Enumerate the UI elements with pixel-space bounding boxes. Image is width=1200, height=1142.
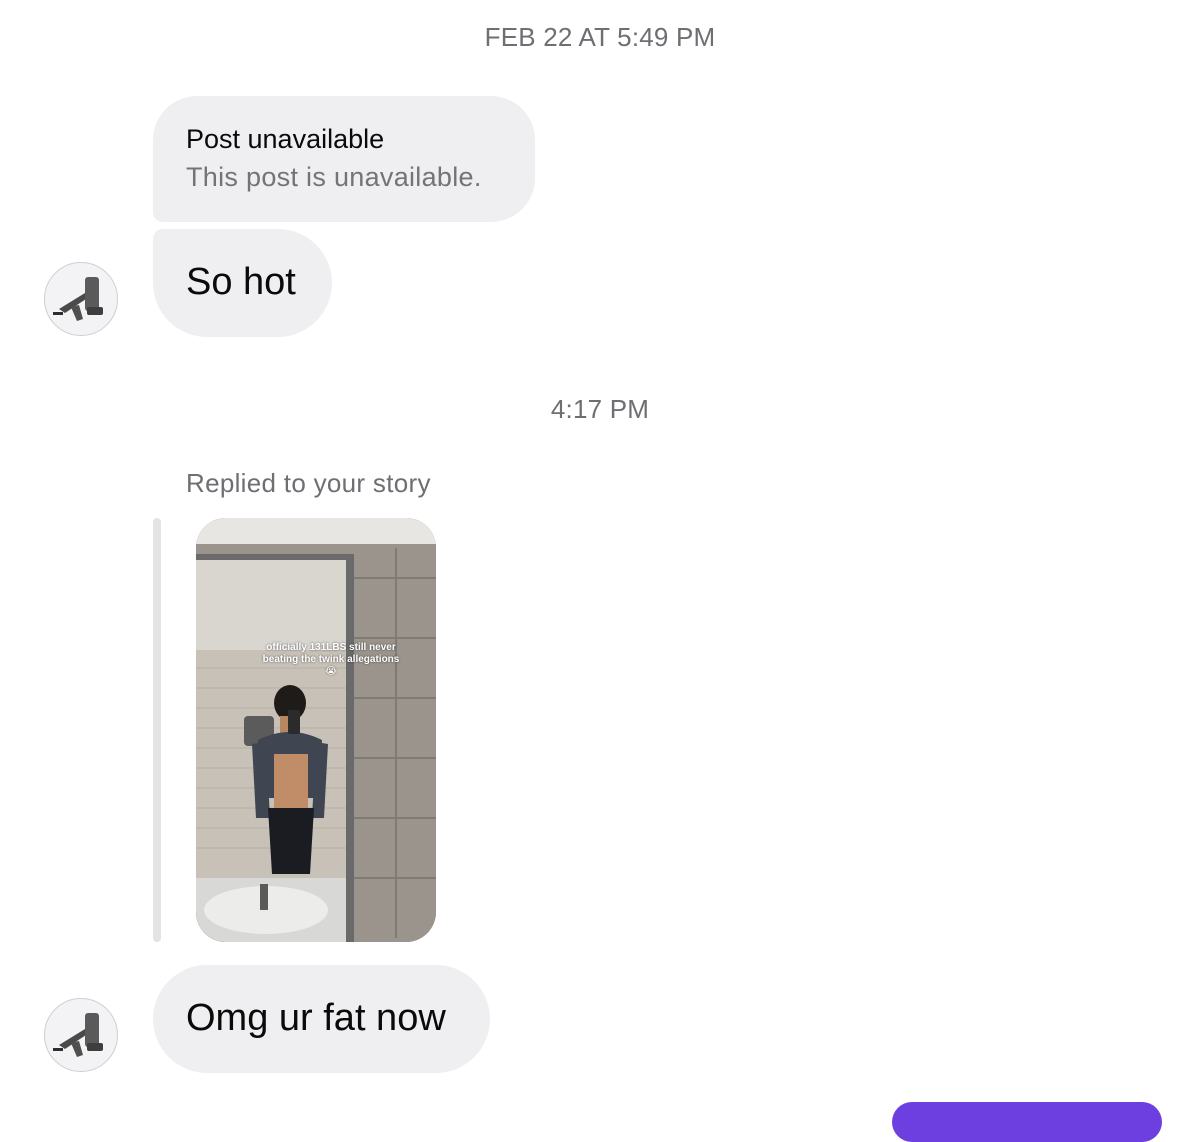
- shared-post-subtitle: This post is unavailable.: [186, 162, 482, 192]
- story-thumbnail[interactable]: officially 131LBS still never beating th…: [196, 518, 436, 942]
- outgoing-message-edge[interactable]: [892, 1102, 1162, 1142]
- message-bubble[interactable]: Omg ur fat now: [153, 965, 490, 1073]
- shared-post-bubble[interactable]: Post unavailable This post is unavailabl…: [153, 96, 535, 222]
- message-bubble[interactable]: So hot: [153, 229, 332, 337]
- sender-avatar[interactable]: [44, 998, 118, 1072]
- story-image: [196, 518, 436, 942]
- message-text: Omg ur fat now: [186, 997, 446, 1039]
- timestamp: FEB 22 AT 5:49 PM: [484, 22, 716, 52]
- reply-quote-bar: [153, 518, 161, 942]
- shared-post-title: Post unavailable: [186, 124, 385, 154]
- message-text: So hot: [186, 261, 296, 303]
- sender-avatar[interactable]: [44, 262, 118, 336]
- story-caption: officially 131LBS still never beating th…: [262, 642, 400, 677]
- glue-gun-avatar-icon: [53, 277, 103, 321]
- story-reply-label: Replied to your story: [186, 468, 431, 498]
- timestamp: 4:17 PM: [550, 394, 650, 424]
- glue-gun-avatar-icon: [53, 1013, 103, 1057]
